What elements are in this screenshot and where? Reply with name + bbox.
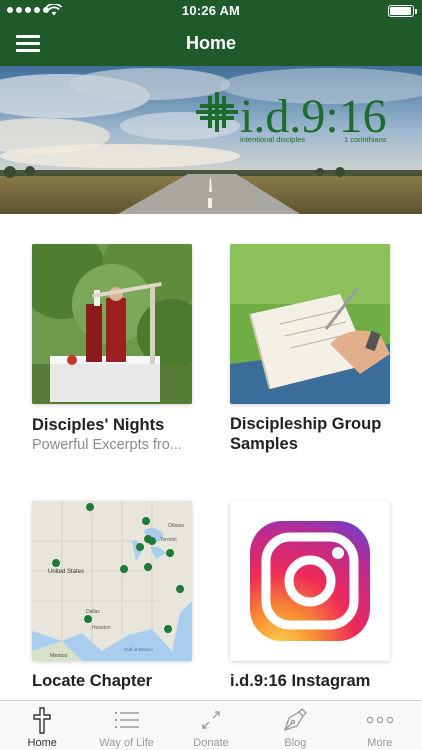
tile-title: Disciples' Nights: [32, 416, 165, 434]
id916-logo: i.d.9:16 intentional disciples 1 corinth…: [196, 90, 387, 144]
status-bar: 10:26 AM: [0, 0, 422, 22]
tab-more[interactable]: More: [338, 701, 422, 750]
list-icon: [114, 711, 139, 729]
hero-banner: i.d.9:16 intentional disciples 1 corinth…: [0, 66, 422, 214]
tile-title: Discipleship Group Samples: [230, 415, 382, 453]
tab-home[interactable]: Home: [0, 701, 84, 750]
tab-donate[interactable]: Donate: [169, 701, 253, 750]
map-label-mexico: Mexico: [50, 653, 67, 659]
tile-title: i.d.9:16 Instagram: [230, 672, 371, 690]
page-title: Home: [185, 33, 236, 53]
tab-label: Home: [27, 737, 57, 749]
tile-locate-chapter[interactable]: United States Ottawa Toronto Dallas Hous…: [32, 501, 192, 691]
pen-nib-icon: [284, 708, 308, 732]
map-label-houston: Houston: [92, 625, 111, 631]
map-label-toronto: Toronto: [160, 537, 177, 543]
logo-tagline-left: intentional disciples: [240, 135, 305, 144]
journal-writing-photo: [230, 244, 390, 404]
map-label-gulf: Gulf of Mexico: [124, 647, 153, 652]
disciples-nights-photo: [32, 244, 192, 404]
tile-instagram[interactable]: i.d.9:16 Instagram: [230, 501, 390, 691]
more-dots-icon: [366, 716, 394, 724]
tile-title: Locate Chapter: [32, 672, 153, 690]
map-label-dallas: Dallas: [86, 609, 100, 615]
logo-tagline-right: 1 corinthians: [344, 135, 387, 144]
tab-blog[interactable]: Blog: [253, 701, 337, 750]
chapter-map-image: United States Ottawa Toronto Dallas Hous…: [32, 501, 192, 661]
tile-subtitle: Powerful Excerpts fro...: [32, 437, 182, 453]
status-time: 10:26 AM: [181, 3, 241, 18]
hamburger-menu-icon[interactable]: [16, 34, 40, 52]
tab-label: More: [367, 737, 393, 749]
cross-icon: [33, 707, 51, 734]
tab-label: Donate: [193, 737, 229, 749]
map-label-us: United States: [48, 569, 84, 575]
tile-disciples-nights[interactable]: Disciples' Nights Powerful Excerpts fro.…: [32, 244, 192, 453]
tile-discipleship-group-samples[interactable]: Discipleship Group Samples: [230, 244, 390, 454]
bottom-tab-bar: Home Way of Life Donate Blog More: [0, 700, 422, 750]
tab-way-of-life[interactable]: Way of Life: [84, 701, 168, 750]
tab-label: Blog: [284, 737, 307, 749]
map-label-ottawa: Ottawa: [168, 523, 184, 529]
tab-label: Way of Life: [99, 737, 154, 749]
top-bar: 10:26 AM Home: [0, 0, 422, 66]
battery-icon: [388, 5, 417, 17]
instagram-logo-icon: [230, 501, 390, 661]
nav-bar: Home: [0, 22, 422, 66]
arrows-icon: [202, 711, 220, 729]
